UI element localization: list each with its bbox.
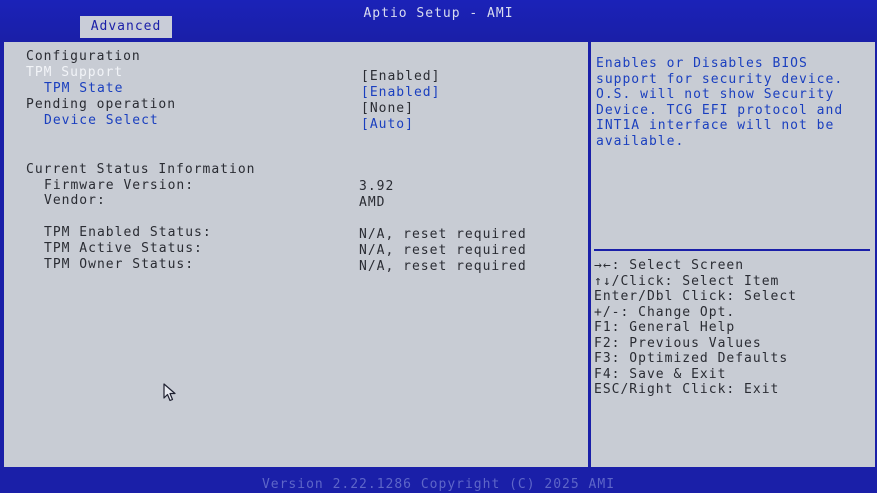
tpm-state-label[interactable]: TPM State [44, 81, 123, 96]
key-hint-select-screen: →←: Select Screen [594, 258, 745, 273]
mouse-pointer-icon [163, 383, 176, 402]
key-hint-select: Enter/Dbl Click: Select [594, 289, 798, 304]
key-hint-save-exit: F4: Save & Exit [594, 366, 727, 382]
help-line: INT1A interface will not be [596, 118, 835, 134]
help-text: Enables or Disables BIOS support for sec… [596, 56, 866, 150]
tpm-support-label[interactable]: TPM Support [26, 65, 123, 80]
tpm-owner-status-label: TPM Owner Status: [44, 257, 195, 272]
pending-operation-label: Pending operation [26, 97, 177, 112]
firmware-version-value: 3.92 [359, 179, 395, 194]
panel-divider [588, 42, 591, 469]
key-hint-select-item: ↑↓/Click: Select Item [594, 273, 780, 289]
key-hint-general-help: F1: General Help [594, 320, 736, 335]
bottom-bar: Version 2.22.1286 Copyright (C) 2025 AMI [0, 467, 877, 493]
vendor-label: Vendor: [44, 193, 106, 208]
help-line: Enables or Disables BIOS [596, 56, 808, 71]
help-line: support for security device. [596, 71, 844, 87]
key-hint-change-opt: +/-: Change Opt. [594, 304, 736, 320]
tpm-state-value[interactable]: [Enabled] [361, 85, 440, 100]
tpm-active-status-label: TPM Active Status: [44, 241, 203, 256]
tab-advanced[interactable]: Advanced [80, 16, 172, 38]
top-bar: Aptio Setup - AMI Advanced [0, 0, 877, 40]
tpm-support-value[interactable]: [Enabled] [361, 69, 440, 84]
help-line: Device. TCG EFI protocol and [596, 102, 844, 118]
tpm-active-status-value: N/A, reset required [359, 243, 527, 258]
firmware-version-label: Firmware Version: [44, 178, 195, 193]
key-legend: →←: Select Screen ↑↓/Click: Select Item … [594, 258, 870, 398]
device-select-value[interactable]: [Auto] [361, 117, 414, 132]
tpm-enabled-status-label: TPM Enabled Status: [44, 225, 212, 240]
tpm-owner-status-value: N/A, reset required [359, 259, 527, 274]
key-hint-previous-values: F2: Previous Values [594, 335, 762, 351]
configuration-heading: Configuration [26, 49, 141, 64]
help-line: O.S. will not show Security [596, 87, 835, 103]
tpm-enabled-status-value: N/A, reset required [359, 227, 527, 242]
version-footer: Version 2.22.1286 Copyright (C) 2025 AMI [261, 477, 616, 492]
status-heading: Current Status Information [26, 162, 256, 177]
main-panel: Configuration TPM Support [Enabled] TPM … [4, 40, 875, 469]
help-divider [594, 249, 870, 251]
key-hint-optimized-defaults: F3: Optimized Defaults [594, 351, 789, 366]
pending-operation-value: [None] [361, 101, 414, 116]
help-line: available. [596, 133, 685, 149]
device-select-label[interactable]: Device Select [44, 113, 159, 128]
vendor-value: AMD [359, 195, 386, 210]
key-hint-exit: ESC/Right Click: Exit [594, 382, 780, 397]
